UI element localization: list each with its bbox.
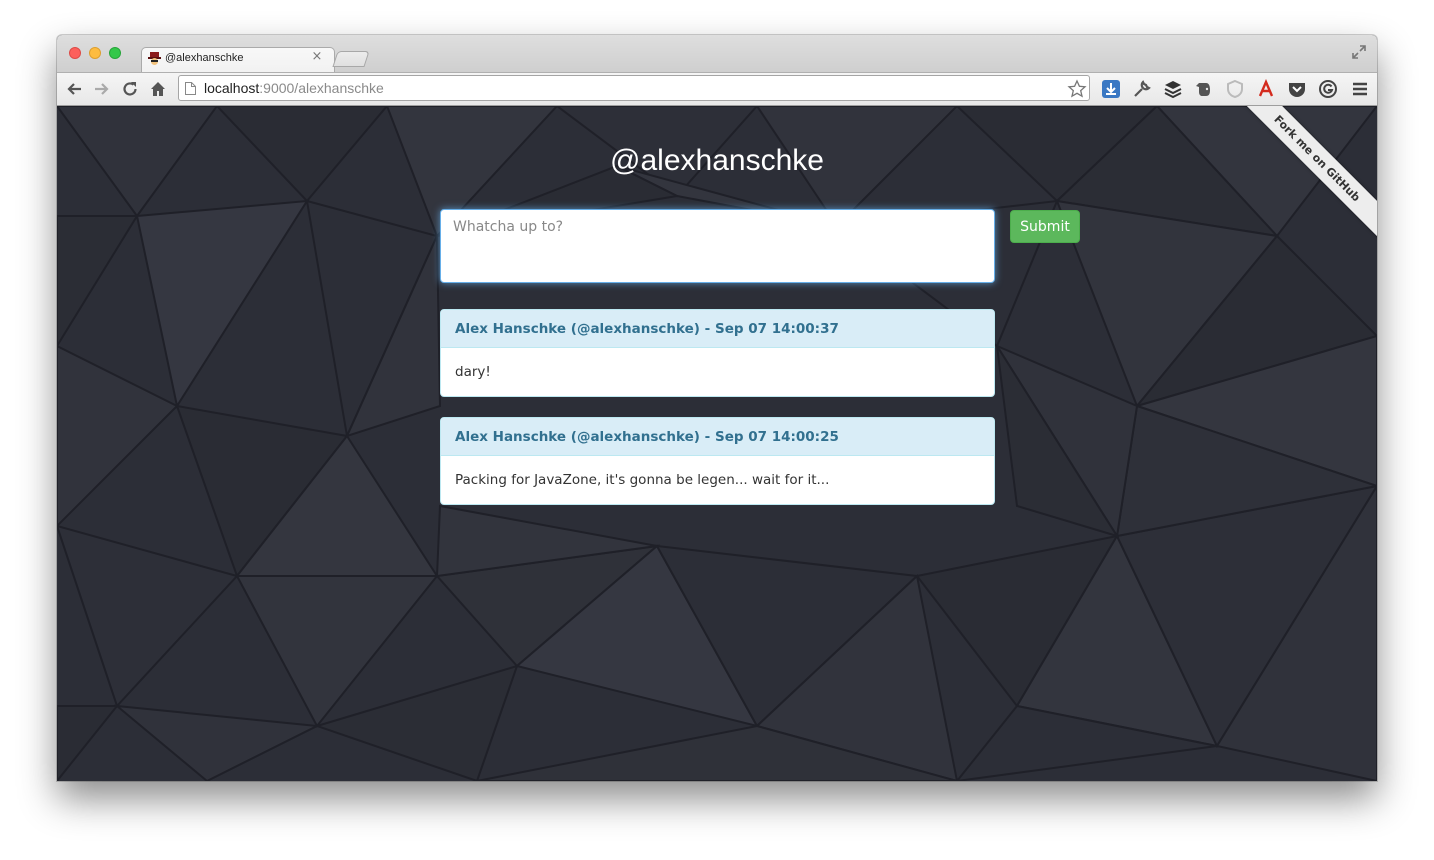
bookmark-star-icon[interactable] (1067, 79, 1087, 99)
acrobat-extension-icon[interactable] (1256, 79, 1276, 99)
forward-arrow-icon[interactable] (91, 79, 111, 99)
page-icon (185, 82, 196, 95)
status-feed: Alex Hanschke (@alexhanschke) - Sep 07 1… (440, 309, 995, 525)
wrench-icon[interactable] (1132, 79, 1152, 99)
pocket-extension-icon[interactable] (1287, 79, 1307, 99)
status-card: Alex Hanschke (@alexhanschke) - Sep 07 1… (440, 309, 995, 397)
status-card-header: Alex Hanschke (@alexhanschke) - Sep 07 1… (441, 310, 994, 348)
page-title: @alexhanschke (610, 144, 824, 177)
tab-close-button[interactable]: × (310, 49, 324, 64)
browser-window: @alexhanschke × localhost:9000/alexhansc… (57, 35, 1377, 781)
tab-title: @alexhanschke (165, 52, 244, 64)
status-card-body: dary! (455, 364, 491, 380)
favicon-icon (148, 52, 161, 65)
status-input[interactable] (440, 209, 995, 283)
fork-ribbon-container: Fork me on GitHub (1227, 106, 1377, 256)
home-icon[interactable] (148, 79, 168, 99)
shield-extension-icon[interactable] (1225, 79, 1245, 99)
submit-button[interactable]: Submit (1010, 210, 1080, 243)
window-close-button[interactable] (69, 47, 81, 59)
fullscreen-icon[interactable] (1351, 44, 1367, 60)
g-extension-icon[interactable] (1318, 79, 1338, 99)
status-card-body: Packing for JavaZone, it's gonna be lege… (455, 472, 830, 488)
evernote-extension-icon[interactable] (1194, 79, 1214, 99)
url-host: localhost (204, 80, 260, 96)
reload-icon[interactable] (120, 79, 140, 99)
tab-strip: @alexhanschke × (57, 35, 1377, 74)
window-minimize-button[interactable] (89, 47, 101, 59)
url-text[interactable]: localhost:9000/alexhanschke (204, 80, 384, 96)
window-maximize-button[interactable] (109, 47, 121, 59)
back-arrow-icon[interactable] (65, 79, 85, 99)
new-tab-button[interactable] (332, 51, 370, 67)
status-card-header: Alex Hanschke (@alexhanschke) - Sep 07 1… (441, 418, 994, 456)
page-content: @alexhanschke Submit Fork me on GitHub A… (57, 106, 1377, 781)
fork-on-github-ribbon[interactable]: Fork me on GitHub (1237, 106, 1377, 239)
layers-extension-icon[interactable] (1163, 79, 1183, 99)
status-card: Alex Hanschke (@alexhanschke) - Sep 07 1… (440, 417, 995, 505)
menu-icon[interactable] (1350, 79, 1370, 99)
download-extension-icon[interactable] (1101, 79, 1121, 99)
url-path: :9000/alexhanschke (259, 80, 384, 96)
